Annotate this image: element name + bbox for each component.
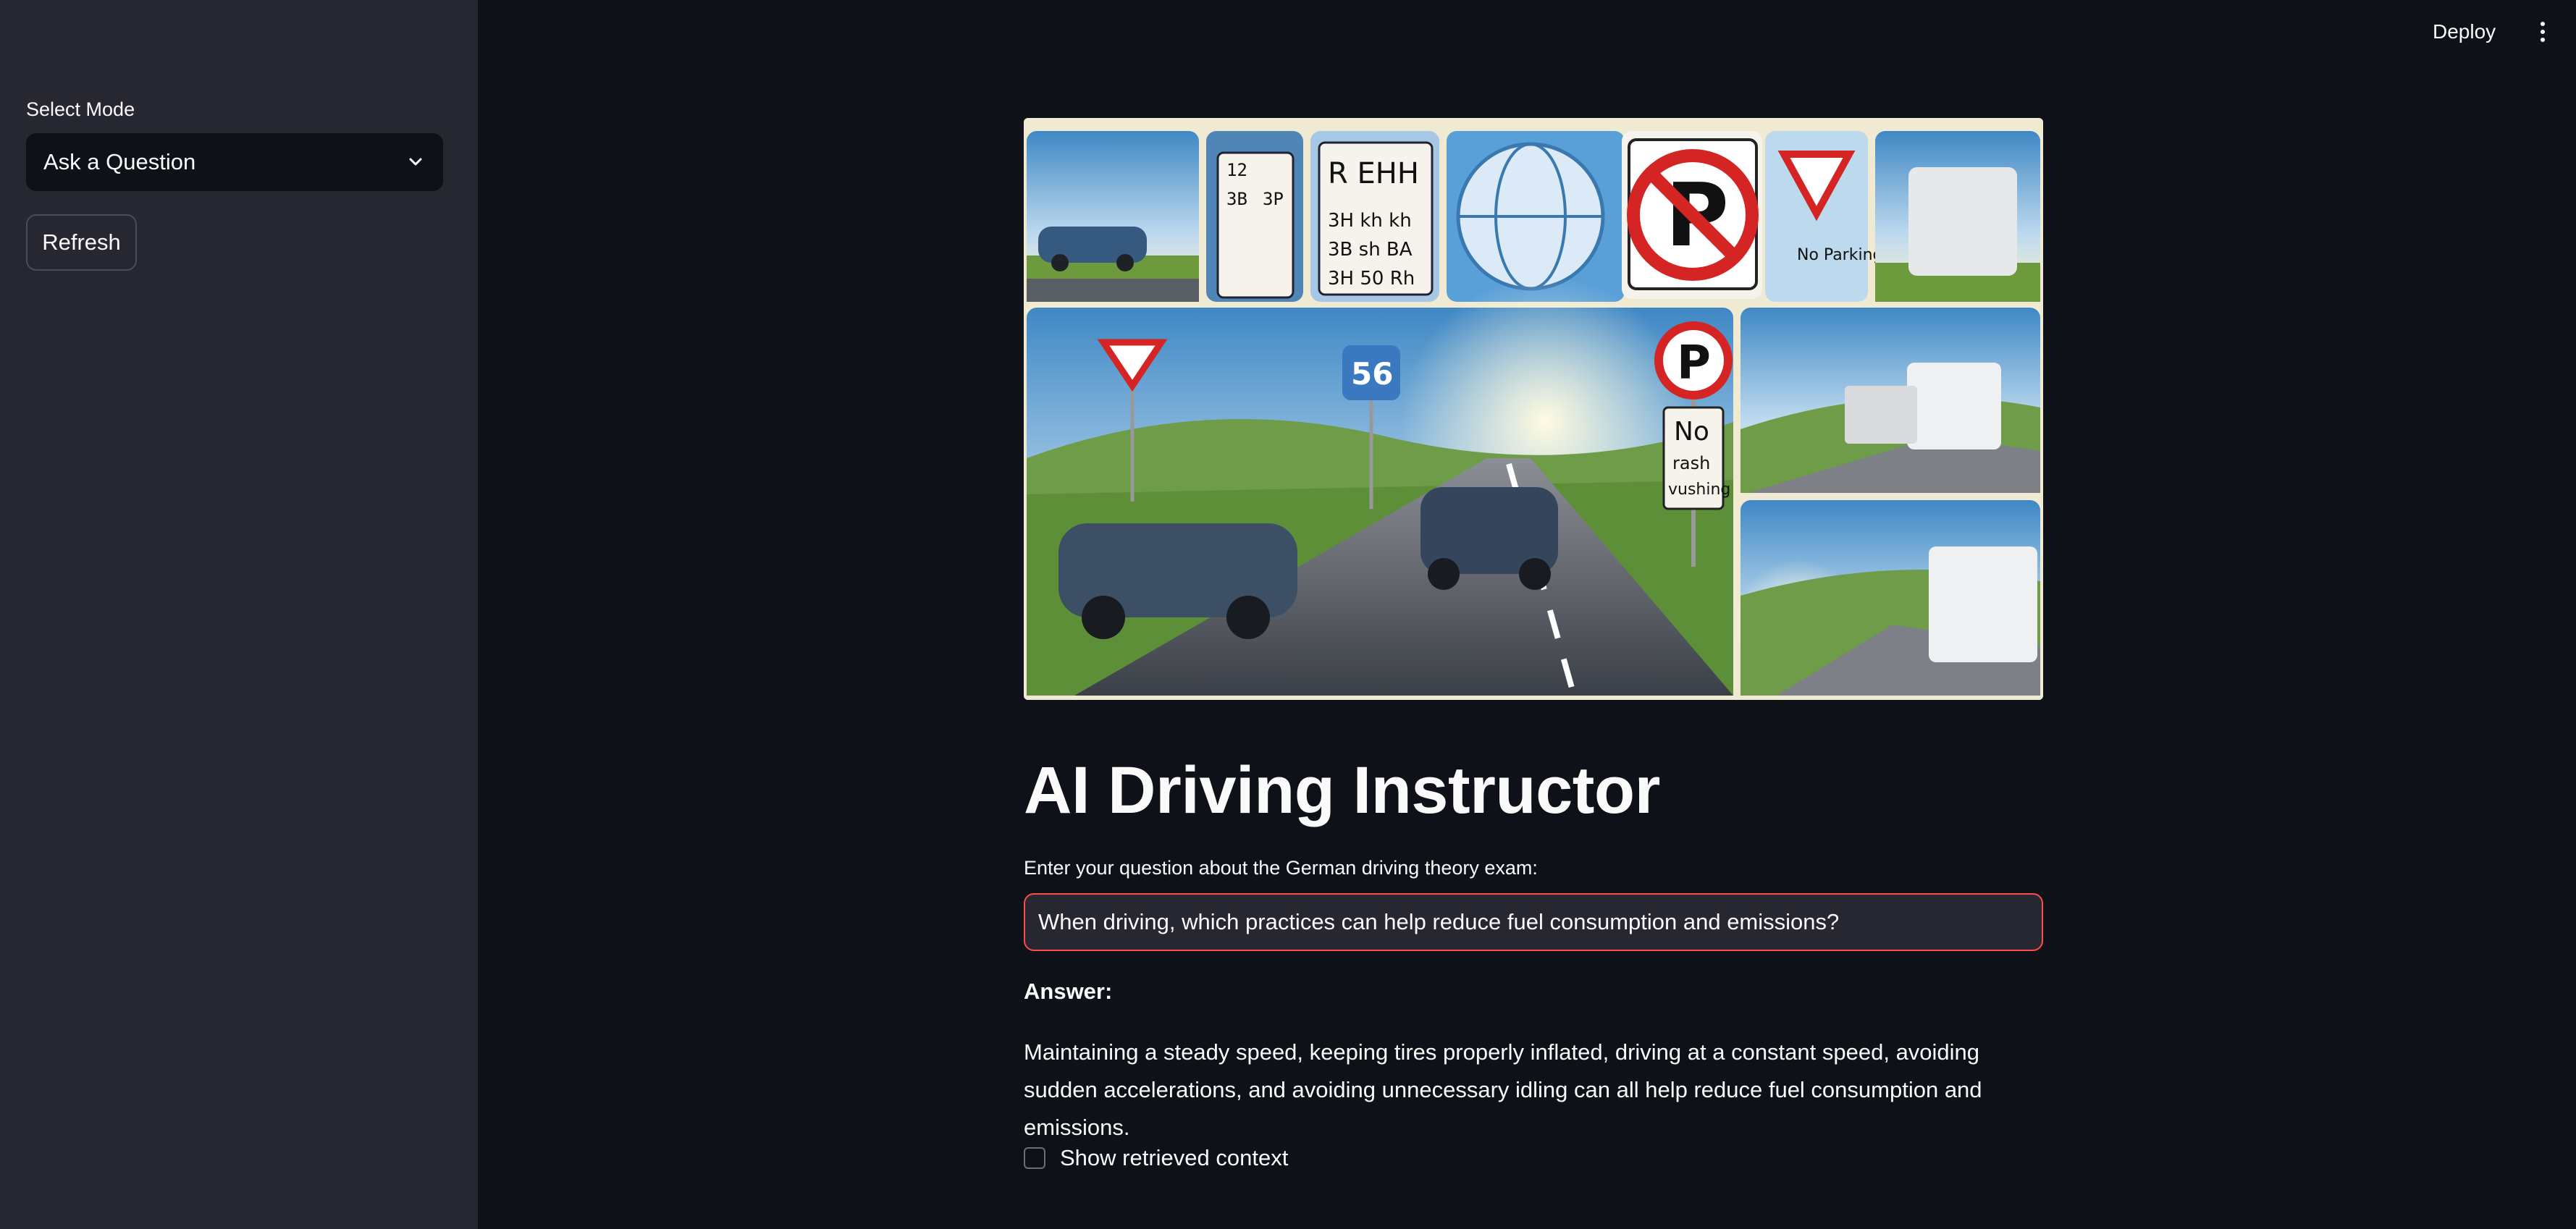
main-content: 12 3B 3P R EHH 3H kh kh 3B sh BA 3H 50 R…: [478, 0, 2576, 1229]
context-checkbox-label: Show retrieved context: [1060, 1145, 1289, 1170]
truck-shape: [1907, 363, 2001, 449]
svg-text:P: P: [1677, 337, 1711, 390]
refresh-button[interactable]: Refresh: [26, 214, 137, 271]
truck-shape: [1929, 546, 2037, 662]
sign-text: R EHH: [1328, 157, 1419, 190]
sign-text: 3B: [1226, 189, 1247, 209]
question-input[interactable]: [1024, 893, 2043, 951]
chevron-down-icon: [405, 152, 426, 172]
app: Select Mode Ask a Question Refresh Deplo…: [0, 0, 2576, 1229]
answer-label: Answer:: [1024, 979, 1113, 1004]
sign-text: No Parking: [1797, 246, 1882, 264]
show-context-toggle[interactable]: Show retrieved context: [1024, 1145, 1288, 1171]
sign-text: 3B sh BA: [1328, 239, 1413, 261]
sidebar: Select Mode Ask a Question Refresh: [0, 0, 478, 1229]
sign-text: vushing: [1668, 481, 1730, 499]
mode-select[interactable]: Ask a Question: [26, 133, 443, 191]
sign-text: 56: [1351, 356, 1393, 392]
hero-illustration: 12 3B 3P R EHH 3H kh kh 3B sh BA 3H 50 R…: [1024, 118, 2043, 700]
hero-image: 12 3B 3P R EHH 3H kh kh 3B sh BA 3H 50 R…: [1024, 118, 2043, 700]
sign-text: 3H kh kh: [1328, 210, 1412, 232]
sign-text: rash: [1672, 453, 1710, 473]
question-label: Enter your question about the German dri…: [1024, 857, 1538, 879]
page-title: AI Driving Instructor: [1024, 753, 1660, 827]
sign-text: No: [1674, 417, 1709, 447]
sign-text: 12: [1226, 160, 1247, 180]
sign-text: 3P: [1263, 189, 1284, 209]
context-checkbox[interactable]: [1024, 1147, 1045, 1169]
truck-shape: [1908, 167, 2017, 276]
sign-text: 3H 50 Rh: [1328, 268, 1415, 290]
select-mode-label: Select Mode: [26, 98, 135, 120]
mode-select-value: Ask a Question: [43, 149, 196, 174]
answer-text: Maintaining a steady speed, keeping tire…: [1024, 1039, 1982, 1140]
